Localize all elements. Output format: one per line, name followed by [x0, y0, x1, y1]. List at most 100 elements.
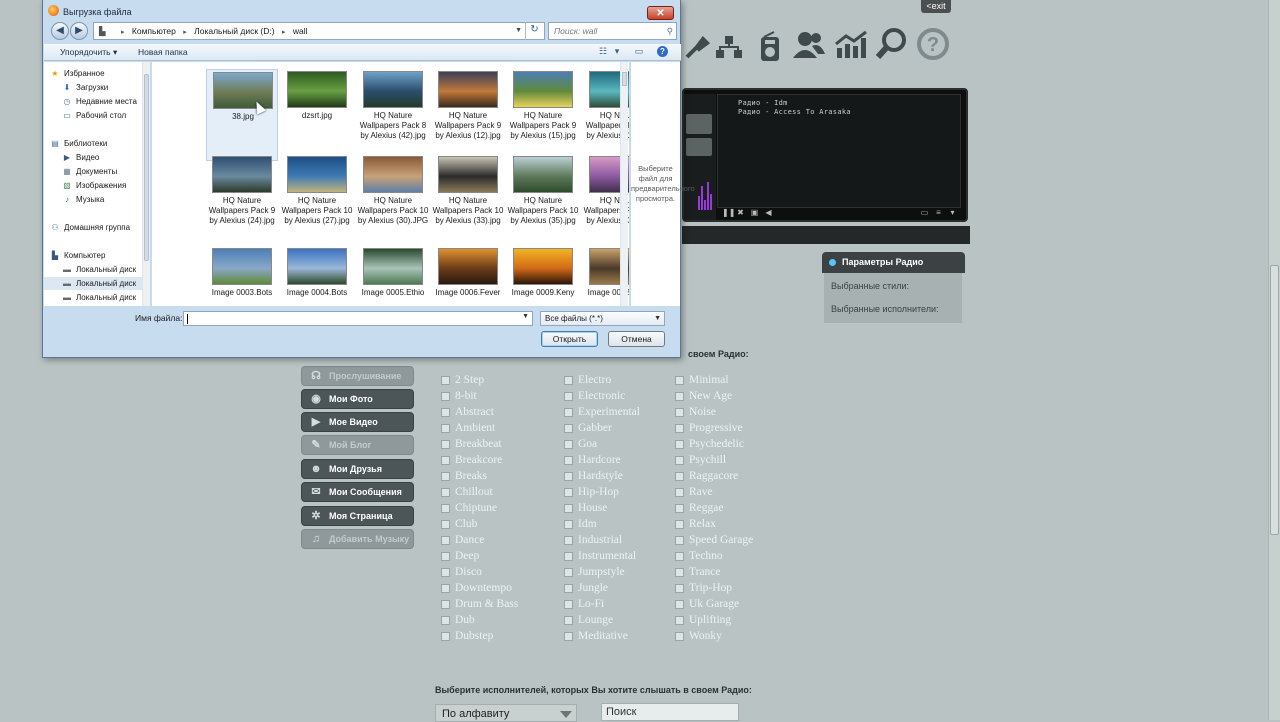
genre-checkbox[interactable]: Raggacore: [675, 468, 738, 484]
file-tile[interactable]: Image 0004.Bots: [281, 246, 353, 306]
menu-button[interactable]: ✲ Моя Страница: [301, 506, 414, 526]
genre-checkbox[interactable]: House: [564, 500, 607, 516]
genre-checkbox[interactable]: Jumpstyle: [564, 564, 625, 580]
genre-checkbox[interactable]: Psychill: [675, 452, 726, 468]
sidebar-item[interactable]: ▧ Изображения: [44, 179, 144, 192]
file-tile[interactable]: HQ Nature Wallpapers Pack 10 by Alexius …: [357, 154, 429, 246]
genre-checkbox[interactable]: Rave: [675, 484, 713, 500]
breadcrumb-disk[interactable]: Локальный диск (D:): [194, 26, 274, 36]
sidebar-item[interactable]: ▦ Документы: [44, 165, 144, 178]
genre-checkbox[interactable]: Ambient: [441, 420, 495, 436]
new-folder-button[interactable]: Новая папка: [138, 47, 188, 57]
file-tile[interactable]: HQ Nature Wallpapers Pack 9 by Alexius (…: [507, 69, 579, 161]
genre-checkbox[interactable]: Progressive: [675, 420, 743, 436]
file-tile[interactable]: dzsrt.jpg: [281, 69, 353, 161]
search-icon[interactable]: [875, 27, 909, 61]
genre-checkbox[interactable]: Uk Garage: [675, 596, 739, 612]
sidebar-item[interactable]: ⬇ Загрузки: [44, 81, 144, 94]
genre-checkbox[interactable]: Drum & Bass: [441, 596, 518, 612]
genre-checkbox[interactable]: 8-bit: [441, 388, 477, 404]
genre-checkbox[interactable]: Hardstyle: [564, 468, 623, 484]
breadcrumb-computer[interactable]: Компьютер: [132, 26, 176, 36]
genre-checkbox[interactable]: Jungle: [564, 580, 608, 596]
chart-icon[interactable]: [834, 28, 868, 62]
page-scrollbar-thumb[interactable]: [1270, 265, 1279, 535]
cancel-button[interactable]: Отмена: [608, 331, 665, 347]
sidebar-item[interactable]: ◷ Недавние места: [44, 95, 144, 108]
sidebar-item[interactable]: ▬ Локальный диск: [44, 277, 144, 290]
genre-checkbox[interactable]: Abstract: [441, 404, 494, 420]
radio-icon[interactable]: [753, 30, 787, 64]
menu-button[interactable]: ▶ Мое Видео: [301, 412, 414, 432]
file-tile[interactable]: HQ Nature Wallpapers Pack 9 by Alexius (…: [206, 154, 278, 246]
file-tile[interactable]: HQ Nature Wallpapers Pack 10 by Alexius …: [281, 154, 353, 246]
genre-checkbox[interactable]: Breakbeat: [441, 436, 502, 452]
menu-button[interactable]: ✎ Мой Блог: [301, 435, 414, 455]
genre-checkbox[interactable]: Instrumental: [564, 548, 636, 564]
menu-button[interactable]: ◉ Мои Фото: [301, 389, 414, 409]
exit-button[interactable]: <exit: [921, 0, 951, 13]
file-tile[interactable]: HQ Nature Wallpapers Pack 9 by Alexius (…: [432, 69, 504, 161]
file-type-filter[interactable]: Все файлы (*.*) ▼: [540, 311, 665, 326]
genre-checkbox[interactable]: Chiptune: [441, 500, 497, 516]
genre-checkbox[interactable]: Dance: [441, 532, 484, 548]
collapse-icon[interactable]: ▾: [948, 208, 957, 217]
address-bar[interactable]: ▙ ▸ Компьютер ▸ Локальный диск (D:) ▸ wa…: [93, 22, 545, 40]
sidebar-item[interactable]: ▶ Видео: [44, 151, 144, 164]
genre-checkbox[interactable]: Reggae: [675, 500, 723, 516]
genre-checkbox[interactable]: Experimental: [564, 404, 640, 420]
genre-checkbox[interactable]: Trip-Hop: [675, 580, 732, 596]
sidebar-item[interactable]: ▤ Библиотеки: [44, 137, 144, 150]
genre-checkbox[interactable]: New Age: [675, 388, 732, 404]
sidebar-item[interactable]: ▭ Рабочий стол: [44, 109, 144, 122]
genre-checkbox[interactable]: Deep: [441, 548, 479, 564]
genre-checkbox[interactable]: Idm: [564, 516, 597, 532]
genre-checkbox[interactable]: Trance: [675, 564, 721, 580]
genre-checkbox[interactable]: Electronic: [564, 388, 625, 404]
folder-search-input[interactable]: Поиск: wall ⚲: [548, 22, 677, 40]
navigation-scrollbar[interactable]: [142, 62, 150, 306]
chevron-down-icon[interactable]: ▾: [611, 46, 623, 57]
close-button[interactable]: ✕: [647, 6, 674, 20]
menu-button[interactable]: ☻ Мои Друзья: [301, 459, 414, 479]
genre-checkbox[interactable]: Chillout: [441, 484, 493, 500]
genre-checkbox[interactable]: Hardcore: [564, 452, 621, 468]
menu-button[interactable]: ☊ Прослушивание: [301, 366, 414, 386]
pause-icon[interactable]: ❚❚: [722, 208, 735, 217]
file-tile[interactable]: HQ Nature Wallpapers Pack 8 by Alexius (…: [357, 69, 429, 161]
sidebar-item[interactable]: ▙ Компьютер: [44, 249, 144, 262]
genre-checkbox[interactable]: Noise: [675, 404, 716, 420]
genre-checkbox[interactable]: Gabber: [564, 420, 612, 436]
genre-checkbox[interactable]: Club: [441, 516, 477, 532]
genre-checkbox[interactable]: Wonky: [675, 628, 722, 644]
open-button[interactable]: Открыть: [541, 331, 598, 347]
help-icon[interactable]: ?: [657, 46, 668, 57]
organize-button[interactable]: Упорядочить ▾: [60, 47, 117, 58]
genre-checkbox[interactable]: Industrial: [564, 532, 622, 548]
genre-checkbox[interactable]: Lo-Fi: [564, 596, 604, 612]
genre-checkbox[interactable]: Dub: [441, 612, 475, 628]
sidebar-item[interactable]: ▬ Локальный диск: [44, 291, 144, 304]
save-icon[interactable]: ▣: [750, 208, 759, 217]
file-tile[interactable]: Image 0005.Ethio: [357, 246, 429, 306]
back-button[interactable]: ◀: [51, 22, 69, 40]
genre-checkbox[interactable]: 2 Step: [441, 372, 484, 388]
genre-checkbox[interactable]: Lounge: [564, 612, 613, 628]
sidebar-item[interactable]: ⚇ Домашняя группа: [44, 221, 144, 234]
menu-button[interactable]: ♫ Добавить Музыку: [301, 529, 414, 549]
sidebar-item[interactable]: ♪ Музыка: [44, 193, 144, 206]
genre-checkbox[interactable]: Hip-Hop: [564, 484, 619, 500]
breadcrumb-folder[interactable]: wall: [293, 26, 308, 36]
view-options-icon[interactable]: ☷: [597, 46, 609, 57]
refresh-button[interactable]: ↻: [525, 22, 543, 40]
genre-checkbox[interactable]: Electro: [564, 372, 611, 388]
file-tile[interactable]: Image 0006.Fever: [432, 246, 504, 306]
chevron-down-icon[interactable]: ▼: [522, 313, 529, 320]
menu-button[interactable]: ✉ Мои Сообщения: [301, 482, 414, 502]
sort-select[interactable]: По алфавиту: [435, 704, 577, 722]
users-icon[interactable]: [792, 28, 826, 62]
file-tile[interactable]: HQ Nature Wallpapers Pack 10 by Alexius …: [432, 154, 504, 246]
sidebar-item[interactable]: ★ Избранное: [44, 67, 144, 80]
navigation-scrollbar-thumb[interactable]: [144, 74, 149, 261]
genre-checkbox[interactable]: Breaks: [441, 468, 487, 484]
